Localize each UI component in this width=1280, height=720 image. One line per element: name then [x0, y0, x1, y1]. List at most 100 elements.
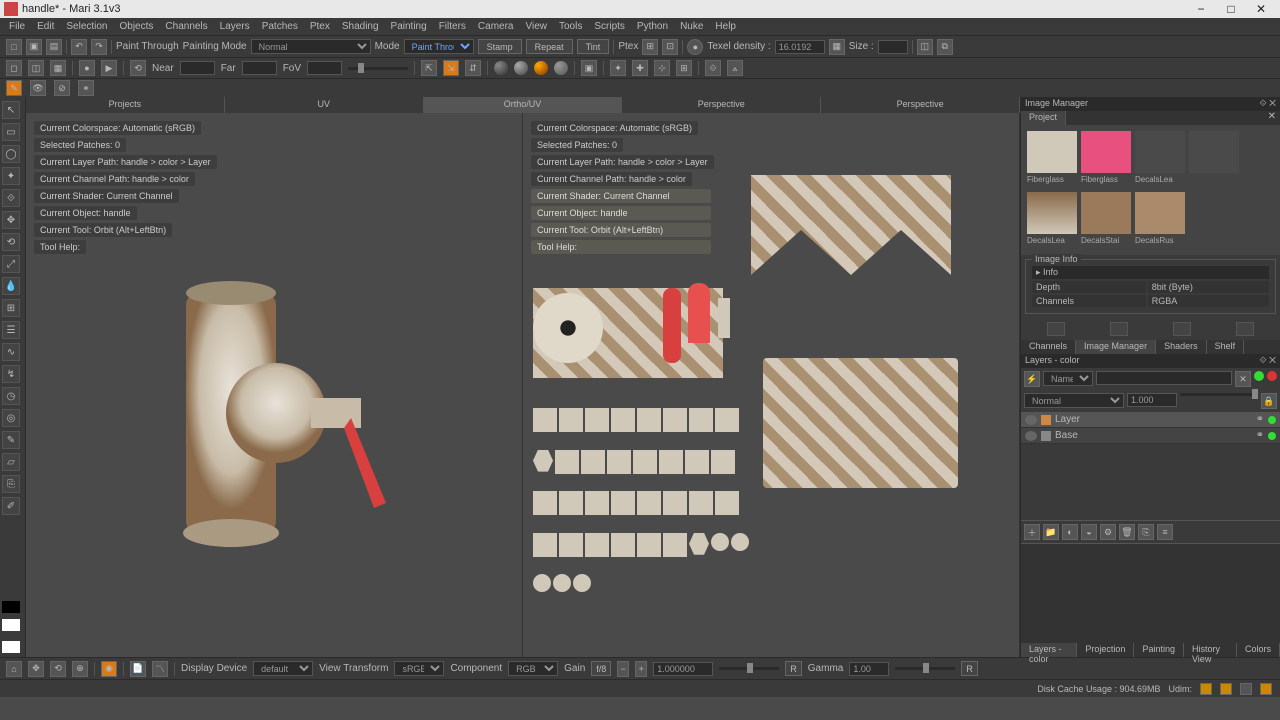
matcap-2[interactable] — [514, 61, 528, 75]
tab-painting[interactable]: Painting — [1134, 643, 1184, 657]
tab-colors[interactable]: Colors — [1237, 643, 1280, 657]
painting-mode-select[interactable]: Normal — [251, 39, 371, 54]
marquee-tool[interactable]: ▭ — [2, 123, 20, 141]
sel-icon-3[interactable]: ▦ — [50, 60, 66, 76]
secondary-color[interactable] — [2, 641, 20, 653]
wand-tool[interactable]: ✦ — [2, 167, 20, 185]
far-field[interactable] — [242, 61, 277, 75]
snap-icon-4[interactable]: ⊞ — [676, 60, 692, 76]
menu-channels[interactable]: Channels — [160, 21, 212, 32]
add-adj-icon[interactable]: ◒ — [1081, 524, 1097, 540]
select-tool[interactable]: ↖ — [2, 101, 20, 119]
stamp-button[interactable]: Stamp — [478, 39, 522, 54]
menu-painting[interactable]: Painting — [386, 21, 432, 32]
mode-select[interactable]: Paint Through — [404, 39, 474, 54]
opacity-field[interactable] — [1127, 393, 1177, 407]
ptex-icon-2[interactable]: ⊡ — [662, 39, 678, 55]
open-icon[interactable]: ▣ — [26, 39, 42, 55]
status-icon-4[interactable] — [1260, 683, 1272, 695]
quick-select-tool[interactable]: ⟐ — [2, 189, 20, 207]
view-icon-1[interactable]: ▣ — [581, 60, 597, 76]
grid-tool[interactable]: ⊞ — [2, 299, 20, 317]
menu-ptex[interactable]: Ptex — [305, 21, 335, 32]
gamma-slider[interactable] — [895, 667, 955, 670]
lock-icon[interactable]: 🔒 — [1261, 393, 1277, 409]
info-header[interactable]: ▸ Info — [1032, 266, 1269, 279]
tab-shelf[interactable]: Shelf — [1207, 340, 1245, 354]
nav-icon-1[interactable]: ⇱ — [421, 60, 437, 76]
tab-projection[interactable]: Projection — [1077, 643, 1134, 657]
ring-tool[interactable]: ◎ — [2, 409, 20, 427]
gain-down[interactable]: − — [617, 661, 629, 677]
background-color[interactable] — [2, 619, 20, 631]
gain-fstop-button[interactable]: f/8 — [591, 661, 611, 676]
panel-action-2[interactable] — [1110, 322, 1128, 336]
redo-icon[interactable]: ↷ — [91, 39, 107, 55]
opacity-slider[interactable] — [1180, 393, 1258, 396]
menu-tools[interactable]: Tools — [554, 21, 587, 32]
clone-tool[interactable]: ⎘ — [2, 475, 20, 493]
add-folder-icon[interactable]: 📁 — [1043, 524, 1059, 540]
gain-up[interactable]: + — [635, 661, 647, 677]
visibility-icon[interactable] — [1025, 431, 1037, 441]
size-field[interactable] — [878, 40, 908, 54]
misc-icon-1[interactable]: ⟐ — [705, 60, 721, 76]
snap-icon-2[interactable]: ✚ — [632, 60, 648, 76]
tab-history[interactable]: History View — [1184, 643, 1237, 657]
scale-tool[interactable]: ⤢ — [2, 255, 20, 273]
undo-icon[interactable]: ↶ — [71, 39, 87, 55]
panel-buttons[interactable]: ⟐ ✕ — [1260, 355, 1276, 367]
menu-nuke[interactable]: Nuke — [675, 21, 708, 32]
blend-mode-select[interactable]: Normal — [1024, 393, 1124, 408]
del-layer-icon[interactable]: 🗑 — [1119, 524, 1135, 540]
nav-zoom-icon[interactable]: ⊕ — [72, 661, 88, 677]
more-icon[interactable]: ≡ — [1157, 524, 1173, 540]
eyedropper-tool[interactable]: ✐ — [2, 497, 20, 515]
rotate-tool[interactable]: ⟲ — [2, 233, 20, 251]
ptex-icon-1[interactable]: ⊞ — [642, 39, 658, 55]
curve-tool[interactable]: ∿ — [2, 343, 20, 361]
lasso-tool[interactable]: ◯ — [2, 145, 20, 163]
viewport-uv[interactable]: Current Colorspace: Automatic (sRGB) Sel… — [523, 113, 1020, 657]
thumb-item[interactable]: DecalsStai — [1081, 192, 1131, 249]
nav-icon-2[interactable]: ⇲ — [443, 60, 459, 76]
visibility-icon[interactable] — [1025, 415, 1037, 425]
chart-icon[interactable]: 〽 — [152, 661, 168, 677]
status-icon-1[interactable] — [1200, 683, 1212, 695]
panel-action-3[interactable] — [1173, 322, 1191, 336]
component-select[interactable]: RGB — [508, 661, 558, 676]
matcap-4[interactable] — [554, 61, 568, 75]
view-transform-select[interactable]: sRGB — [394, 661, 444, 676]
close-button[interactable]: ✕ — [1246, 2, 1276, 16]
layer-link-icon[interactable]: ⚭ — [1256, 414, 1264, 425]
tab-projects[interactable]: Projects — [26, 97, 225, 113]
doc-icon[interactable]: 📄 — [130, 661, 146, 677]
dup-layer-icon[interactable]: ⎘ — [1138, 524, 1154, 540]
menu-objects[interactable]: Objects — [115, 21, 159, 32]
clock-tool[interactable]: ◷ — [2, 387, 20, 405]
shelf-eye-icon[interactable]: 👁 — [30, 80, 46, 96]
clear-icon[interactable]: ✕ — [1235, 371, 1251, 387]
fov-field[interactable] — [307, 61, 342, 75]
menu-help[interactable]: Help — [710, 21, 741, 32]
add-proc-icon[interactable]: ⚙ — [1100, 524, 1116, 540]
nav-rot-icon[interactable]: ⟲ — [50, 661, 66, 677]
shelf-hide-icon[interactable]: ⊘ — [54, 80, 70, 96]
thumb-item[interactable]: Fiberglass — [1081, 131, 1131, 188]
menu-edit[interactable]: Edit — [32, 21, 59, 32]
texel-density-field[interactable] — [775, 40, 825, 54]
misc-icon-2[interactable]: ⟑ — [727, 60, 743, 76]
menu-layers[interactable]: Layers — [215, 21, 255, 32]
move-tool[interactable]: ✥ — [2, 211, 20, 229]
layout-icon-2[interactable]: ⧉ — [937, 39, 953, 55]
panel-buttons[interactable]: ⟐ ✕ — [1260, 98, 1276, 110]
thumb-item[interactable]: DecalsLea — [1135, 131, 1185, 188]
shelf-link-icon[interactable]: ⚭ — [78, 80, 94, 96]
filter-field[interactable] — [1096, 371, 1232, 385]
tab-project[interactable]: Project — [1021, 111, 1066, 125]
status-icon-2[interactable] — [1220, 683, 1232, 695]
thumb-item[interactable]: DecalsLea — [1027, 192, 1077, 249]
save-icon[interactable]: ▤ — [46, 39, 62, 55]
layer-item[interactable]: Layer ⚭ — [1021, 412, 1280, 428]
nav-icon-3[interactable]: ⇵ — [465, 60, 481, 76]
